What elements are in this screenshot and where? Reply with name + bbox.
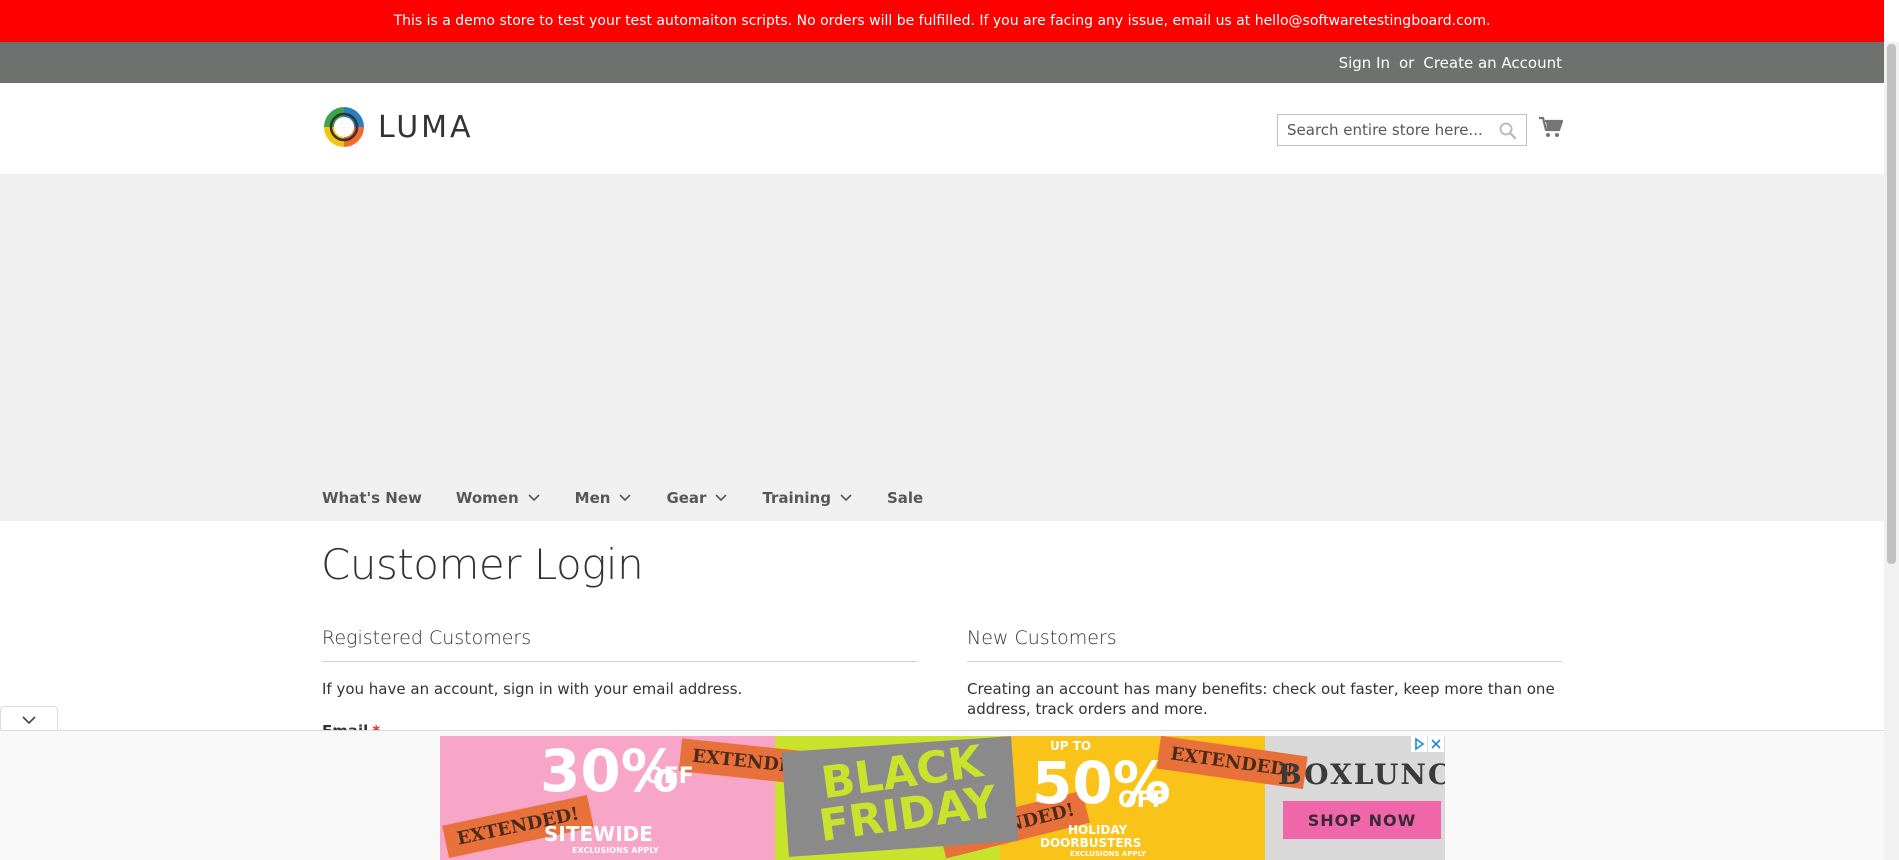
page-scrollbar[interactable] [1884, 42, 1899, 860]
nav-item-label: What's New [322, 489, 422, 507]
ad-right-off: OFF [1118, 788, 1167, 813]
header-content: LUMA [0, 83, 1884, 174]
search-icon[interactable] [1498, 121, 1518, 141]
nav-item-label: Gear [666, 489, 707, 507]
new-customers-text: Creating an account has many benefits: c… [967, 680, 1555, 718]
create-account-link[interactable]: Create an Account [1423, 54, 1562, 72]
page-title: Customer Login [321, 540, 644, 589]
nav-item-label: Men [574, 489, 611, 507]
new-customers-title: New Customers [967, 627, 1562, 662]
chevron-down-icon [528, 494, 540, 502]
close-icon[interactable] [1428, 736, 1444, 752]
luma-logo[interactable]: LUMA [322, 105, 474, 149]
registered-customers-text: If you have an account, sign in with you… [322, 680, 743, 698]
luma-logo-icon [324, 107, 364, 147]
nav-item-label: Training [762, 489, 831, 507]
panel-header: Sign In or Create an Account [0, 42, 1884, 83]
nav-item-training[interactable]: Training [762, 489, 852, 507]
nav-item-gear[interactable]: Gear [666, 489, 728, 507]
registered-customers-title: Registered Customers [322, 627, 917, 662]
chevron-down-icon [619, 494, 632, 502]
nav-item-label: Sale [886, 489, 924, 507]
cart-icon[interactable] [1538, 115, 1564, 139]
ad-shop-now-button[interactable]: SHOP NOW [1283, 801, 1441, 839]
chevron-down-icon [715, 494, 728, 502]
search-box [1277, 114, 1527, 146]
search-input[interactable] [1287, 121, 1491, 139]
ad-left-fine: EXCLUSIONS APPLY [572, 846, 659, 855]
demo-notice-text: This is a demo store to test your test a… [393, 13, 1491, 29]
header-links: Sign In or Create an Account [1339, 42, 1562, 83]
nav-item-label: Women [455, 489, 519, 507]
nav-band: What's New Women Men Gear Training Sale [0, 174, 1884, 521]
new-customers-block: New Customers Creating an account has ma… [967, 627, 1562, 719]
nav-item-women[interactable]: Women [456, 489, 541, 507]
ad-collapse-button[interactable] [0, 706, 58, 732]
ad-right-sub2: DOORBUSTERS [1040, 836, 1142, 850]
nav-item-sale[interactable]: Sale [887, 489, 923, 507]
ad-right-sub1: HOLIDAY [1068, 823, 1128, 837]
ad-brand-name: BOXLUNCH [1278, 758, 1445, 791]
ad-right-fine: EXCLUSIONS APPLY [1070, 850, 1147, 858]
demo-notice-banner: This is a demo store to test your test a… [0, 0, 1884, 42]
chevron-down-icon [840, 494, 852, 502]
sign-in-link[interactable]: Sign In [1339, 54, 1390, 72]
scrollbar-thumb[interactable] [1887, 44, 1896, 564]
ad-left-off: OFF [645, 764, 694, 789]
ad-banner[interactable]: EXTENDED! EXTENDED! EXTENDED! EXTENDED! … [440, 736, 1445, 860]
chevron-down-icon [22, 715, 36, 724]
ad-left-sub: SITEWIDE [544, 822, 653, 846]
or-separator: or [1399, 53, 1415, 72]
nav-item-men[interactable]: Men [575, 489, 633, 507]
nav-item-whats-new[interactable]: What's New [322, 489, 422, 507]
ad-choices-icon[interactable] [1411, 736, 1427, 752]
registered-customers-block: Registered Customers If you have an acco… [322, 627, 917, 699]
logo-text: LUMA [378, 109, 474, 145]
main-nav: What's New Women Men Gear Training Sale [322, 483, 957, 513]
